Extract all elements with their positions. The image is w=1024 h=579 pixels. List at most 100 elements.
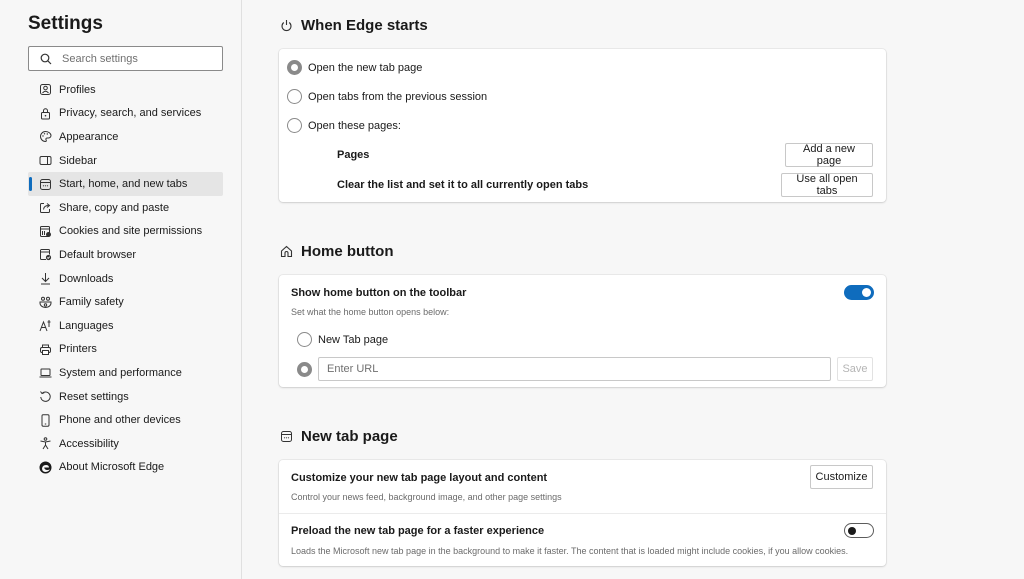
sidebar-item-reset[interactable]: Reset settings — [28, 385, 223, 409]
sidebar-item-printers[interactable]: Printers — [28, 338, 223, 362]
clear-list-label: Clear the list and set it to all current… — [337, 179, 589, 191]
show-home-button-toggle[interactable] — [844, 285, 874, 300]
section-title: Home button — [301, 243, 394, 260]
radio-label: New Tab page — [318, 333, 389, 346]
card-divider — [279, 513, 886, 514]
sidebar-item-label: Family safety — [59, 296, 124, 309]
pages-label: Pages — [337, 149, 370, 161]
preload-toggle[interactable] — [844, 523, 874, 538]
sidebar-item-label: System and performance — [59, 366, 182, 379]
radio-label: Open these pages: — [308, 119, 401, 132]
sidebar-item-share[interactable]: Share, copy and paste — [28, 196, 223, 220]
radio-button[interactable] — [287, 89, 302, 104]
printer-icon — [38, 342, 52, 356]
browser-window-icon — [279, 430, 293, 444]
when-edge-starts-header: When Edge starts — [279, 17, 428, 34]
sidebar: Settings Profiles Privacy, search, and s… — [0, 0, 242, 579]
sidebar-item-label: Languages — [59, 319, 114, 332]
use-all-open-tabs-button[interactable]: Use all open tabs — [781, 173, 873, 197]
radio-previous-session[interactable]: Open tabs from the previous session — [287, 89, 487, 104]
radio-button[interactable] — [297, 332, 312, 347]
sidebar-item-downloads[interactable]: Downloads — [28, 267, 223, 291]
sidebar-item-label: Privacy, search, and services — [59, 107, 202, 120]
power-icon — [279, 19, 293, 33]
palette-icon — [38, 130, 52, 144]
default-browser-icon — [38, 248, 52, 262]
sidebar-item-start-home-new-tabs[interactable]: Start, home, and new tabs — [28, 172, 223, 196]
radio-button[interactable] — [287, 60, 302, 75]
sidebar-item-label: Sidebar — [59, 154, 97, 167]
edge-logo-icon — [38, 460, 52, 474]
sidebar-item-label: Start, home, and new tabs — [59, 178, 188, 191]
toggle-knob — [862, 288, 871, 297]
sidebar-item-label: Phone and other devices — [59, 414, 181, 427]
save-url-button[interactable]: Save — [837, 357, 873, 381]
browser-window-icon — [38, 177, 52, 191]
radio-open-these-pages[interactable]: Open these pages: — [287, 118, 401, 133]
url-input[interactable] — [318, 357, 831, 381]
download-icon — [38, 272, 52, 286]
lock-icon — [38, 106, 52, 120]
search-input[interactable] — [62, 52, 212, 65]
sidebar-item-label: Share, copy and paste — [59, 201, 170, 214]
sidebar-item-family-safety[interactable]: Family safety — [28, 290, 223, 314]
sidebar-item-label: Downloads — [59, 272, 114, 285]
languages-icon — [38, 319, 52, 333]
sidebar-nav: Profiles Privacy, search, and services A… — [28, 78, 223, 479]
reset-icon — [38, 390, 52, 404]
cookies-icon — [38, 224, 52, 238]
sidebar-item-accessibility[interactable]: Accessibility — [28, 432, 223, 456]
sidebar-item-label: Appearance — [59, 130, 119, 143]
sidebar-item-appearance[interactable]: Appearance — [28, 125, 223, 149]
customize-sub-label: Control your news feed, background image… — [291, 492, 562, 502]
new-tab-page-card: Customize your new tab page layout and c… — [279, 460, 886, 566]
sidebar-item-label: Reset settings — [59, 390, 129, 403]
home-button-sub-label: Set what the home button opens below: — [291, 307, 450, 317]
sidebar-item-default-browser[interactable]: Default browser — [28, 243, 223, 267]
sidebar-item-label: Profiles — [59, 83, 96, 96]
accessibility-icon — [38, 437, 52, 451]
section-title: New tab page — [301, 428, 398, 445]
sidebar-item-label: Cookies and site permissions — [59, 225, 203, 238]
toggle-knob — [848, 526, 856, 535]
sidebar-item-phone[interactable]: Phone and other devices — [28, 408, 223, 432]
sidebar-item-about[interactable]: About Microsoft Edge — [28, 456, 223, 480]
preload-sub-label: Loads the Microsoft new tab page in the … — [291, 546, 849, 556]
sidebar-item-cookies[interactable]: Cookies and site permissions — [28, 220, 223, 244]
sidebar-item-label: Accessibility — [59, 437, 119, 450]
sidebar-item-sidebar[interactable]: Sidebar — [28, 149, 223, 173]
radio-button[interactable] — [287, 118, 302, 133]
sidebar-item-languages[interactable]: Languages — [28, 314, 223, 338]
family-icon — [38, 295, 52, 309]
profile-icon — [38, 83, 52, 97]
sidebar-item-label: Printers — [59, 343, 97, 356]
sidebar-item-privacy[interactable]: Privacy, search, and services — [28, 102, 223, 126]
sidebar-item-label: About Microsoft Edge — [59, 461, 165, 474]
home-button-header: Home button — [279, 243, 393, 260]
home-button-card: Show home button on the toolbar Set what… — [279, 275, 886, 387]
share-icon — [38, 201, 52, 215]
radio-label: Open tabs from the previous session — [308, 90, 488, 103]
laptop-icon — [38, 366, 52, 380]
settings-title: Settings — [28, 13, 103, 34]
sidebar-icon — [38, 154, 52, 168]
radio-open-new-tab[interactable]: Open the new tab page — [287, 60, 422, 75]
preload-label: Preload the new tab page for a faster ex… — [291, 525, 545, 537]
sidebar-item-label: Default browser — [59, 248, 137, 261]
when-edge-starts-card: Open the new tab page Open tabs from the… — [279, 49, 886, 202]
customize-button[interactable]: Customize — [810, 465, 873, 489]
search-icon — [39, 52, 53, 66]
customize-label: Customize your new tab page layout and c… — [291, 472, 548, 484]
radio-enter-url[interactable] — [297, 362, 318, 377]
phone-icon — [38, 413, 52, 427]
sidebar-item-system[interactable]: System and performance — [28, 361, 223, 385]
section-title: When Edge starts — [301, 17, 428, 34]
search-box[interactable] — [28, 46, 223, 71]
radio-new-tab-page[interactable]: New Tab page — [297, 332, 388, 347]
add-new-page-button[interactable]: Add a new page — [785, 143, 873, 167]
sidebar-item-profiles[interactable]: Profiles — [28, 78, 223, 102]
radio-button[interactable] — [297, 362, 312, 377]
radio-label: Open the new tab page — [308, 61, 423, 74]
new-tab-page-header: New tab page — [279, 428, 398, 445]
show-home-button-label: Show home button on the toolbar — [291, 287, 467, 299]
